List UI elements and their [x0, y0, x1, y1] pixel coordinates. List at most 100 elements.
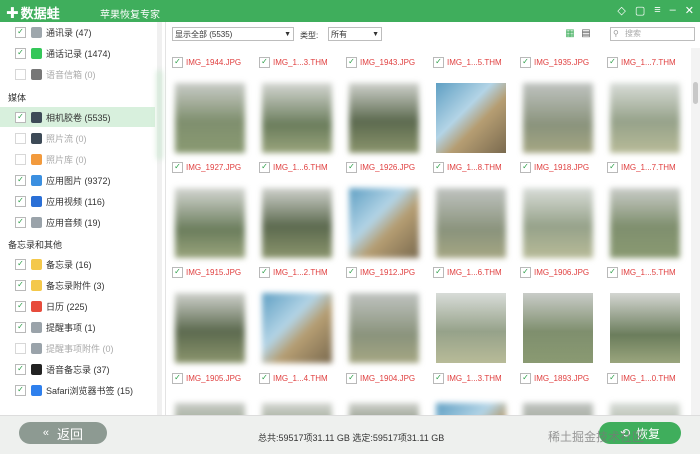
- photo-thumbnail[interactable]: [349, 83, 419, 153]
- file-label[interactable]: IMG_1893.JPG: [520, 372, 589, 384]
- checkbox[interactable]: [346, 161, 357, 173]
- photo-thumbnail[interactable]: [349, 188, 419, 258]
- photo-thumbnail[interactable]: [262, 83, 332, 153]
- file-label[interactable]: IMG_1...7.THM: [607, 161, 676, 173]
- photo-thumbnail[interactable]: [175, 403, 245, 415]
- filter-select[interactable]: 显示全部 (5535) ▼: [172, 27, 294, 41]
- checkbox[interactable]: [433, 56, 444, 68]
- checkbox[interactable]: [520, 161, 531, 173]
- checkbox[interactable]: [15, 153, 26, 165]
- checkbox[interactable]: [346, 266, 357, 278]
- checkbox[interactable]: [172, 161, 183, 173]
- photo-thumbnail[interactable]: [523, 403, 593, 415]
- file-label[interactable]: IMG_1...7.THM: [607, 56, 676, 68]
- checkbox[interactable]: [15, 258, 26, 270]
- file-label[interactable]: IMG_1...5.THM: [607, 266, 676, 278]
- checkbox[interactable]: [15, 300, 26, 312]
- checkbox[interactable]: [433, 161, 444, 173]
- checkbox[interactable]: [607, 266, 618, 278]
- checkbox[interactable]: [346, 56, 357, 68]
- checkbox[interactable]: [433, 266, 444, 278]
- file-label[interactable]: IMG_1918.JPG: [520, 161, 589, 173]
- search-input[interactable]: ⚲ 搜索: [610, 27, 695, 41]
- sidebar-item[interactable]: 通讯录 (47): [0, 22, 155, 42]
- sidebar-item[interactable]: 应用音频 (19): [0, 212, 155, 232]
- file-label[interactable]: IMG_1...8.THM: [433, 161, 502, 173]
- checkbox[interactable]: [607, 56, 618, 68]
- checkbox[interactable]: [259, 372, 270, 384]
- sidebar-scrollbar[interactable]: [157, 22, 162, 415]
- menu-icon[interactable]: ≡: [654, 4, 660, 17]
- photo-thumbnail[interactable]: [349, 403, 419, 415]
- checkbox[interactable]: [172, 56, 183, 68]
- photo-thumbnail[interactable]: [175, 83, 245, 153]
- file-label[interactable]: IMG_1935.JPG: [520, 56, 589, 68]
- minimize-icon[interactable]: –: [670, 4, 676, 17]
- file-label[interactable]: IMG_1...4.THM: [259, 372, 328, 384]
- file-label[interactable]: IMG_1906.JPG: [520, 266, 589, 278]
- checkbox[interactable]: [259, 161, 270, 173]
- checkbox[interactable]: [15, 342, 26, 354]
- photo-thumbnail[interactable]: [175, 293, 245, 363]
- checkbox[interactable]: [15, 363, 26, 375]
- sidebar-item[interactable]: 照片流 (0): [0, 128, 155, 148]
- photo-thumbnail[interactable]: [610, 188, 680, 258]
- photo-thumbnail[interactable]: [523, 83, 593, 153]
- checkbox[interactable]: [15, 216, 26, 228]
- file-label[interactable]: IMG_1915.JPG: [172, 266, 241, 278]
- diamond-icon[interactable]: ◇: [617, 4, 625, 17]
- photo-thumbnail[interactable]: [523, 293, 593, 363]
- photo-thumbnail[interactable]: [262, 293, 332, 363]
- sidebar-item[interactable]: 备忘录 (16): [0, 254, 155, 274]
- sidebar-item[interactable]: 相机胶卷 (5535): [0, 107, 155, 127]
- grid-scrollbar[interactable]: [691, 48, 700, 415]
- grid-view-icon[interactable]: ▦: [564, 28, 576, 40]
- photo-thumbnail[interactable]: [610, 403, 680, 415]
- checkbox[interactable]: [15, 279, 26, 291]
- sidebar-item[interactable]: 提醒事项附件 (0): [0, 338, 155, 358]
- file-label[interactable]: IMG_1...3.THM: [433, 372, 502, 384]
- chat-icon[interactable]: ▢: [635, 4, 645, 17]
- photo-thumbnail[interactable]: [262, 403, 332, 415]
- sidebar-item[interactable]: 语音信箱 (0): [0, 64, 155, 84]
- checkbox[interactable]: [259, 266, 270, 278]
- file-label[interactable]: IMG_1944.JPG: [172, 56, 241, 68]
- list-view-icon[interactable]: ▤: [580, 28, 592, 40]
- photo-thumbnail[interactable]: [175, 188, 245, 258]
- sidebar-item[interactable]: 语音备忘录 (37): [0, 359, 155, 379]
- photo-thumbnail[interactable]: [523, 188, 593, 258]
- checkbox[interactable]: [520, 56, 531, 68]
- sidebar-item[interactable]: 应用视频 (116): [0, 191, 155, 211]
- sidebar-item[interactable]: 照片库 (0): [0, 149, 155, 169]
- file-label[interactable]: IMG_1...3.THM: [259, 56, 328, 68]
- file-label[interactable]: IMG_1...6.THM: [433, 266, 502, 278]
- checkbox[interactable]: [15, 111, 26, 123]
- file-label[interactable]: IMG_1904.JPG: [346, 372, 415, 384]
- file-label[interactable]: IMG_1926.JPG: [346, 161, 415, 173]
- sidebar-scroll-thumb[interactable]: [157, 70, 162, 160]
- grid-scroll-thumb[interactable]: [693, 82, 698, 104]
- photo-thumbnail[interactable]: [436, 293, 506, 363]
- close-icon[interactable]: ✕: [685, 4, 694, 17]
- file-label[interactable]: IMG_1...5.THM: [433, 56, 502, 68]
- checkbox[interactable]: [15, 26, 26, 38]
- checkbox[interactable]: [15, 174, 26, 186]
- file-label[interactable]: IMG_1927.JPG: [172, 161, 241, 173]
- checkbox[interactable]: [259, 56, 270, 68]
- photo-thumbnail[interactable]: [436, 188, 506, 258]
- sidebar-item[interactable]: 备忘录附件 (3): [0, 275, 155, 295]
- photo-thumbnail[interactable]: [262, 188, 332, 258]
- checkbox[interactable]: [172, 372, 183, 384]
- photo-thumbnail[interactable]: [349, 293, 419, 363]
- type-select[interactable]: 所有 ▼: [328, 27, 382, 41]
- checkbox[interactable]: [172, 266, 183, 278]
- photo-thumbnail[interactable]: [436, 83, 506, 153]
- checkbox[interactable]: [15, 321, 26, 333]
- photo-thumbnail[interactable]: [436, 403, 506, 415]
- checkbox[interactable]: [607, 372, 618, 384]
- checkbox[interactable]: [607, 161, 618, 173]
- checkbox[interactable]: [15, 68, 26, 80]
- checkbox[interactable]: [520, 266, 531, 278]
- checkbox[interactable]: [15, 132, 26, 144]
- file-label[interactable]: IMG_1...2.THM: [259, 266, 328, 278]
